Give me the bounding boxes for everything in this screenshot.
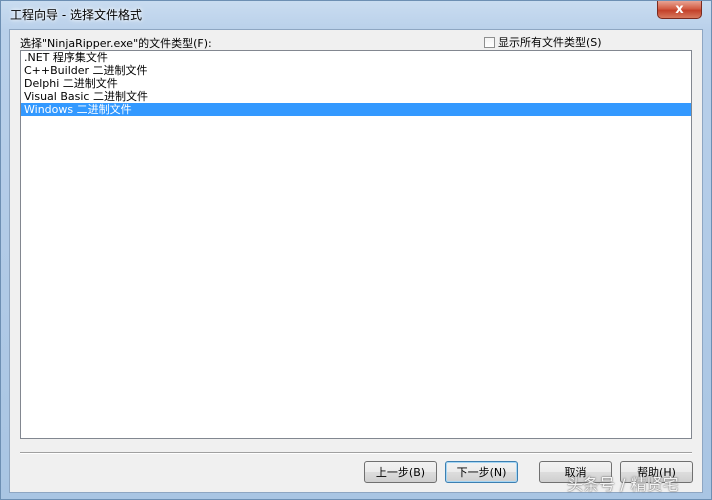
list-item[interactable]: Visual Basic 二进制文件 bbox=[21, 90, 691, 103]
window-title: 工程向导 - 选择文件格式 bbox=[10, 8, 142, 22]
back-button[interactable]: 上一步(B) bbox=[364, 461, 437, 483]
close-icon: x bbox=[675, 2, 684, 17]
list-item[interactable]: .NET 程序集文件 bbox=[21, 51, 691, 64]
show-all-file-types-label[interactable]: 显示所有文件类型(S) bbox=[498, 34, 602, 50]
watermark-text: 头条号 / 精贤宅 bbox=[567, 475, 679, 494]
close-button[interactable]: x bbox=[657, 1, 702, 19]
title-bar[interactable]: 工程向导 - 选择文件格式 x bbox=[1, 1, 712, 29]
list-item-selected[interactable]: Windows 二进制文件 bbox=[21, 103, 691, 116]
file-type-prompt-label: 选择"NinjaRipper.exe"的文件类型(F): bbox=[20, 37, 212, 50]
show-all-file-types-checkbox[interactable] bbox=[484, 36, 495, 48]
list-item[interactable]: Delphi 二进制文件 bbox=[21, 77, 691, 90]
wizard-client-area: 选择"NinjaRipper.exe"的文件类型(F): 显示所有文件类型(S)… bbox=[9, 29, 703, 493]
next-button[interactable]: 下一步(N) bbox=[445, 461, 518, 483]
file-type-listbox[interactable]: .NET 程序集文件 C++Builder 二进制文件 Delphi 二进制文件… bbox=[20, 50, 692, 439]
button-separator bbox=[20, 452, 692, 454]
wizard-window: 工程向导 - 选择文件格式 x 选择"NinjaRipper.exe"的文件类型… bbox=[0, 0, 712, 500]
list-item[interactable]: C++Builder 二进制文件 bbox=[21, 64, 691, 77]
show-all-file-types-option[interactable]: 显示所有文件类型(S) bbox=[484, 34, 602, 50]
